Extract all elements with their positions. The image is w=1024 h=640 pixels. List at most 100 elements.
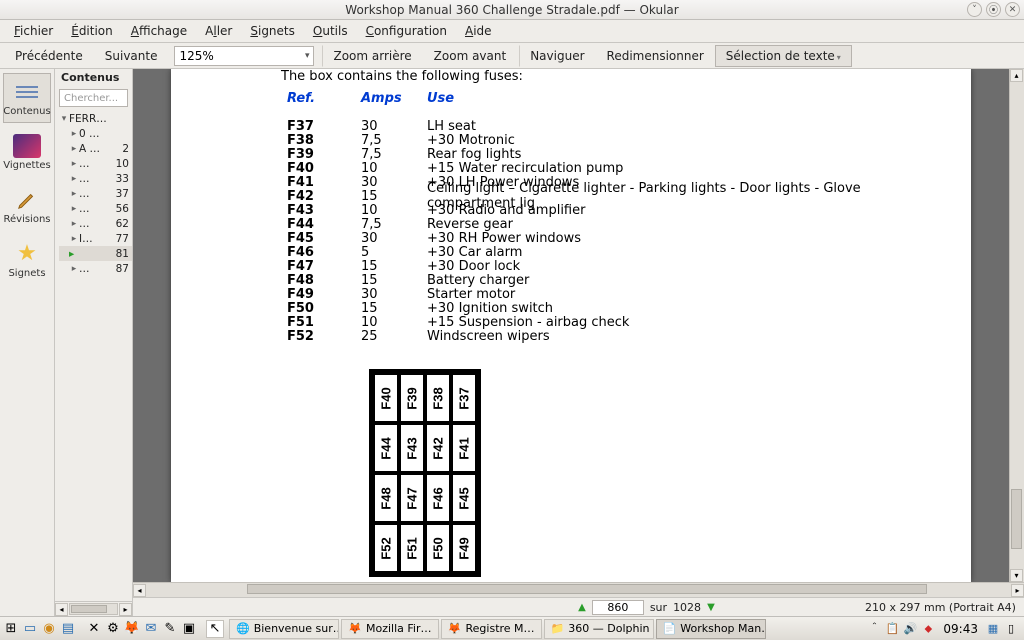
page-down-icon[interactable]: ▼ (707, 602, 715, 613)
tray-more-icon[interactable]: ▯ (1004, 622, 1018, 636)
menu-config[interactable]: Configuration (358, 21, 455, 41)
tray-chevron-icon[interactable]: ＾ (867, 622, 881, 636)
tree-item[interactable]: ▸0 … (59, 126, 132, 141)
taskbar-window-button[interactable]: 🦊Registre M… (441, 619, 542, 639)
taskbar-window-button[interactable]: 📄Workshop Man… (656, 619, 766, 639)
fuse-row: F4815Battery charger (287, 273, 947, 287)
contents-search-input[interactable]: Chercher... (59, 89, 128, 107)
menu-go[interactable]: Aller (197, 21, 240, 41)
tree-item[interactable]: ▸…62 (59, 216, 132, 231)
tree-item[interactable]: ▸…37 (59, 186, 132, 201)
settings-icon[interactable]: ⚙ (104, 620, 122, 638)
tray-volume-icon[interactable]: 🔊 (903, 622, 917, 636)
prev-page-button[interactable]: Précédente (4, 45, 94, 67)
tree-item[interactable]: ▸…56 (59, 201, 132, 216)
pdf-page: The box contains the following fuses: Re… (171, 69, 971, 582)
menu-edit[interactable]: Édition (63, 21, 121, 41)
cursor-icon[interactable]: ↖ (206, 620, 224, 638)
next-page-button[interactable]: Suivante (94, 45, 169, 67)
files-icon[interactable]: ▤ (59, 620, 77, 638)
fuse-table: Ref.AmpsUseF3730LH seatF387,5+30 Motroni… (287, 91, 947, 343)
firefox-icon[interactable]: 🦊 (123, 620, 141, 638)
activity-icon[interactable]: ◉ (40, 620, 58, 638)
zoom-select[interactable]: 125% ▾ (174, 46, 314, 66)
menu-view[interactable]: Affichage (123, 21, 195, 41)
taskbar: ⊞ ▭ ◉ ▤ ✕ ⚙ 🦊 ✉ ✎ ▣ ↖ 🌐Bienvenue sur…🦊Mo… (0, 616, 1024, 640)
scroll-up-icon[interactable]: ▴ (1010, 69, 1023, 82)
pencil-icon (13, 188, 41, 212)
minimize-button[interactable]: ˅ (967, 2, 982, 17)
fuse-row: F387,5+30 Motronic (287, 133, 947, 147)
taskbar-window-button[interactable]: 🌐Bienvenue sur… (229, 619, 339, 639)
maximize-button[interactable]: ⦿ (986, 2, 1001, 17)
fuse-cell: F47 (399, 473, 425, 523)
window-title: Workshop Manual 360 Challenge Stradale.p… (345, 3, 678, 17)
close-button[interactable]: ✕ (1005, 2, 1020, 17)
tool-icon[interactable]: ✕ (85, 620, 103, 638)
sidebar-tab-bookmarks[interactable]: ★ Signets (3, 235, 51, 285)
editor-icon[interactable]: ✎ (161, 620, 179, 638)
scroll-thumb[interactable] (247, 584, 927, 594)
desktop-icon[interactable]: ▭ (21, 620, 39, 638)
fuse-row: F4715+30 Door lock (287, 259, 947, 273)
horizontal-scrollbar[interactable]: ◂ ▸ (133, 582, 1024, 597)
fuse-cell: F49 (451, 523, 477, 573)
scroll-thumb[interactable] (71, 605, 107, 613)
document-viewport[interactable]: The box contains the following fuses: Re… (133, 69, 1024, 582)
contents-tree[interactable]: ▾FERR…▸0 …▸A … 2▸…10▸…33▸…37▸…56▸…62▸I…7… (55, 109, 132, 601)
menu-help[interactable]: Aide (457, 21, 500, 41)
thumbnails-icon (13, 134, 41, 158)
contents-hscrollbar[interactable]: ◂ ▸ (55, 601, 132, 616)
taskbar-label: 360 — Dolphin (568, 622, 649, 635)
mail-icon[interactable]: ✉ (142, 620, 160, 638)
menu-tools[interactable]: Outils (305, 21, 356, 41)
fuse-row: F397,5Rear fog lights (287, 147, 947, 161)
tree-item[interactable]: ▸81 (59, 246, 132, 261)
fuse-cell: F45 (451, 473, 477, 523)
text-selection-tool-button[interactable]: Sélection de texte▾ (715, 45, 852, 67)
zoom-out-button[interactable]: Zoom arrière (322, 45, 422, 67)
fuse-cell: F42 (425, 423, 451, 473)
menu-file[interactable]: FFichierichier (6, 21, 61, 41)
sidebar-tab-label: Révisions (4, 214, 51, 225)
tree-item[interactable]: ▸I…77 (59, 231, 132, 246)
tree-item[interactable]: ▸…87 (59, 261, 132, 276)
tree-item[interactable]: ▸…33 (59, 171, 132, 186)
page-number-input[interactable] (592, 600, 644, 615)
taskbar-window-button[interactable]: 📁360 — Dolphin (544, 619, 654, 639)
tray-clipboard-icon[interactable]: 📋 (885, 622, 899, 636)
tray-lock-icon[interactable]: ▦ (986, 622, 1000, 636)
tree-item[interactable]: ▸A … 2 (59, 141, 132, 156)
zoom-in-button[interactable]: Zoom avant (423, 45, 518, 67)
scroll-right-icon[interactable]: ▸ (119, 603, 132, 616)
clock[interactable]: 09:43 (939, 622, 982, 636)
scroll-left-icon[interactable]: ◂ (133, 584, 146, 597)
page-dimensions: 210 x 297 mm (Portrait A4) (865, 601, 1024, 614)
terminal-icon[interactable]: ▣ (180, 620, 198, 638)
resize-tool-button[interactable]: Redimensionner (596, 45, 715, 67)
sidebar-tab-label: Vignettes (3, 160, 50, 171)
tray-notify-icon[interactable]: ⬥ (921, 622, 935, 636)
tree-root[interactable]: ▾FERR… (59, 111, 132, 126)
fuse-cell: F39 (399, 373, 425, 423)
fuse-cell: F40 (373, 373, 399, 423)
fuse-row: F5110+15 Suspension - airbag check (287, 315, 947, 329)
browse-tool-button[interactable]: Naviguer (519, 45, 595, 67)
page-lead-text: The box contains the following fuses: (281, 69, 523, 84)
sidebar-tab-reviews[interactable]: Révisions (3, 181, 51, 231)
taskbar-window-button[interactable]: 🦊Mozilla Fir… (341, 619, 439, 639)
vertical-scrollbar[interactable]: ▴ ▾ (1009, 69, 1024, 582)
scroll-left-icon[interactable]: ◂ (55, 603, 68, 616)
fuse-cell: F51 (399, 523, 425, 573)
sidebar-tab-contents[interactable]: Contenus (3, 73, 51, 123)
page-sep: sur (650, 601, 667, 614)
page-up-icon[interactable]: ▲ (578, 602, 586, 613)
chevron-down-icon: ▾ (837, 53, 841, 62)
tree-item[interactable]: ▸…10 (59, 156, 132, 171)
menu-bookmarks[interactable]: Signets (242, 21, 303, 41)
scroll-down-icon[interactable]: ▾ (1010, 569, 1023, 582)
scroll-right-icon[interactable]: ▸ (1011, 584, 1024, 597)
sidebar-tab-thumbnails[interactable]: Vignettes (3, 127, 51, 177)
scroll-thumb[interactable] (1011, 489, 1022, 549)
start-menu-icon[interactable]: ⊞ (2, 620, 20, 638)
